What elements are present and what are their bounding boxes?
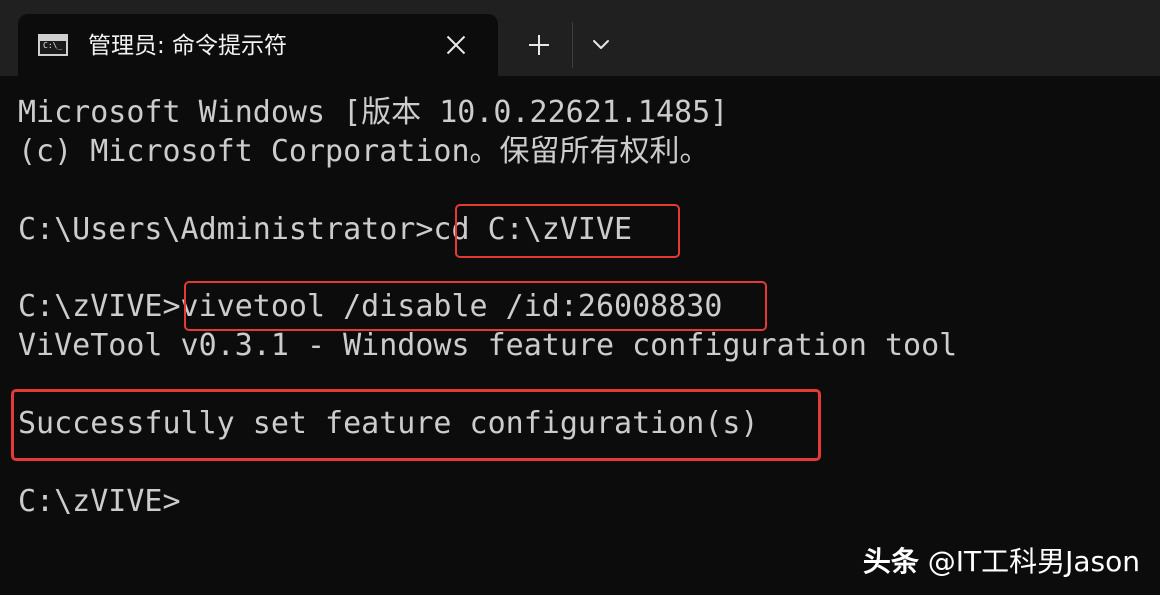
highlight-box-vivetool-command (184, 281, 767, 331)
highlight-box-cd-command (455, 204, 680, 258)
tab-title: 管理员: 命令提示符 (88, 33, 288, 59)
new-tab-button[interactable] (522, 28, 556, 62)
console-prompt-line: C:\zVIVE> (18, 484, 181, 519)
terminal-icon-prompt: C:\_ (43, 41, 63, 50)
watermark: 头条 @IT工科男Jason (863, 544, 1140, 580)
console-output[interactable]: Microsoft Windows [版本 10.0.22621.1485] (… (0, 76, 1160, 595)
console-line: ViVeTool v0.3.1 - Windows feature config… (18, 328, 958, 363)
terminal-window: C:\_ 管理员: 命令提示符 Microsoft Windows [版本 10… (0, 0, 1160, 595)
tab-divider (572, 22, 573, 68)
console-line: Microsoft Windows [版本 10.0.22621.1485] (18, 95, 729, 130)
console-line: (c) Microsoft Corporation。保留所有权利。 (18, 134, 710, 169)
watermark-handle: @IT工科男Jason (918, 545, 1140, 578)
close-icon[interactable] (442, 31, 470, 59)
highlight-box-success-message (11, 389, 821, 461)
tab-command-prompt[interactable]: C:\_ 管理员: 命令提示符 (18, 14, 498, 76)
chevron-down-icon[interactable] (584, 28, 618, 62)
watermark-brand: 头条 (862, 545, 919, 578)
tab-bar: C:\_ 管理员: 命令提示符 (0, 0, 1160, 76)
terminal-icon: C:\_ (38, 34, 68, 56)
